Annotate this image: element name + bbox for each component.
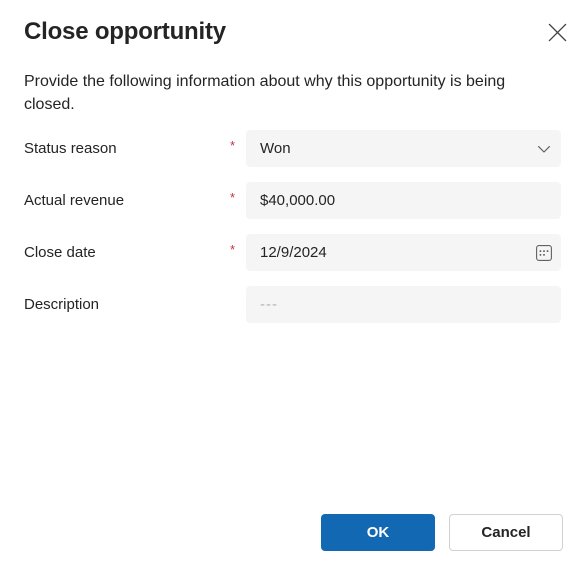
status-reason-dropdown[interactable]: Won bbox=[246, 130, 561, 167]
form-row-close-date: Close date * 12/9/2024 bbox=[0, 234, 587, 271]
close-button[interactable] bbox=[539, 14, 575, 50]
chevron-down-icon[interactable] bbox=[527, 130, 561, 167]
dialog-footer: OK Cancel bbox=[24, 514, 563, 551]
description-value: --- bbox=[260, 296, 278, 313]
field-label-close-date: Close date bbox=[24, 244, 96, 261]
close-date-value: 12/9/2024 bbox=[260, 244, 327, 261]
form-row-actual-revenue: Actual revenue * $40,000.00 bbox=[0, 182, 587, 219]
ok-button[interactable]: OK bbox=[321, 514, 435, 551]
description-input[interactable]: --- bbox=[246, 286, 561, 323]
close-date-input[interactable]: 12/9/2024 bbox=[246, 234, 561, 271]
form-row-description: Description --- bbox=[0, 286, 587, 323]
actual-revenue-input[interactable]: $40,000.00 bbox=[246, 182, 561, 219]
actual-revenue-value: $40,000.00 bbox=[260, 192, 336, 209]
page-title: Close opportunity bbox=[24, 18, 226, 45]
close-opportunity-dialog: Close opportunity Provide the following … bbox=[0, 0, 587, 570]
close-opportunity-form: Status reason * Won Actual revenue * $40… bbox=[0, 130, 587, 338]
calendar-icon[interactable] bbox=[527, 234, 561, 271]
required-indicator-actual-revenue: * bbox=[230, 190, 236, 205]
required-indicator-close-date: * bbox=[230, 242, 236, 257]
dialog-subtitle: Provide the following information about … bbox=[24, 73, 506, 113]
form-row-status-reason: Status reason * Won bbox=[0, 130, 587, 167]
field-label-actual-revenue: Actual revenue bbox=[24, 192, 125, 209]
dialog-header: Close opportunity bbox=[24, 16, 563, 50]
status-reason-value: Won bbox=[260, 140, 291, 157]
field-label-status-reason: Status reason bbox=[24, 140, 117, 157]
field-label-description: Description bbox=[24, 296, 100, 313]
close-icon bbox=[548, 23, 567, 42]
required-indicator-status-reason: * bbox=[230, 138, 236, 153]
cancel-button[interactable]: Cancel bbox=[449, 514, 563, 551]
